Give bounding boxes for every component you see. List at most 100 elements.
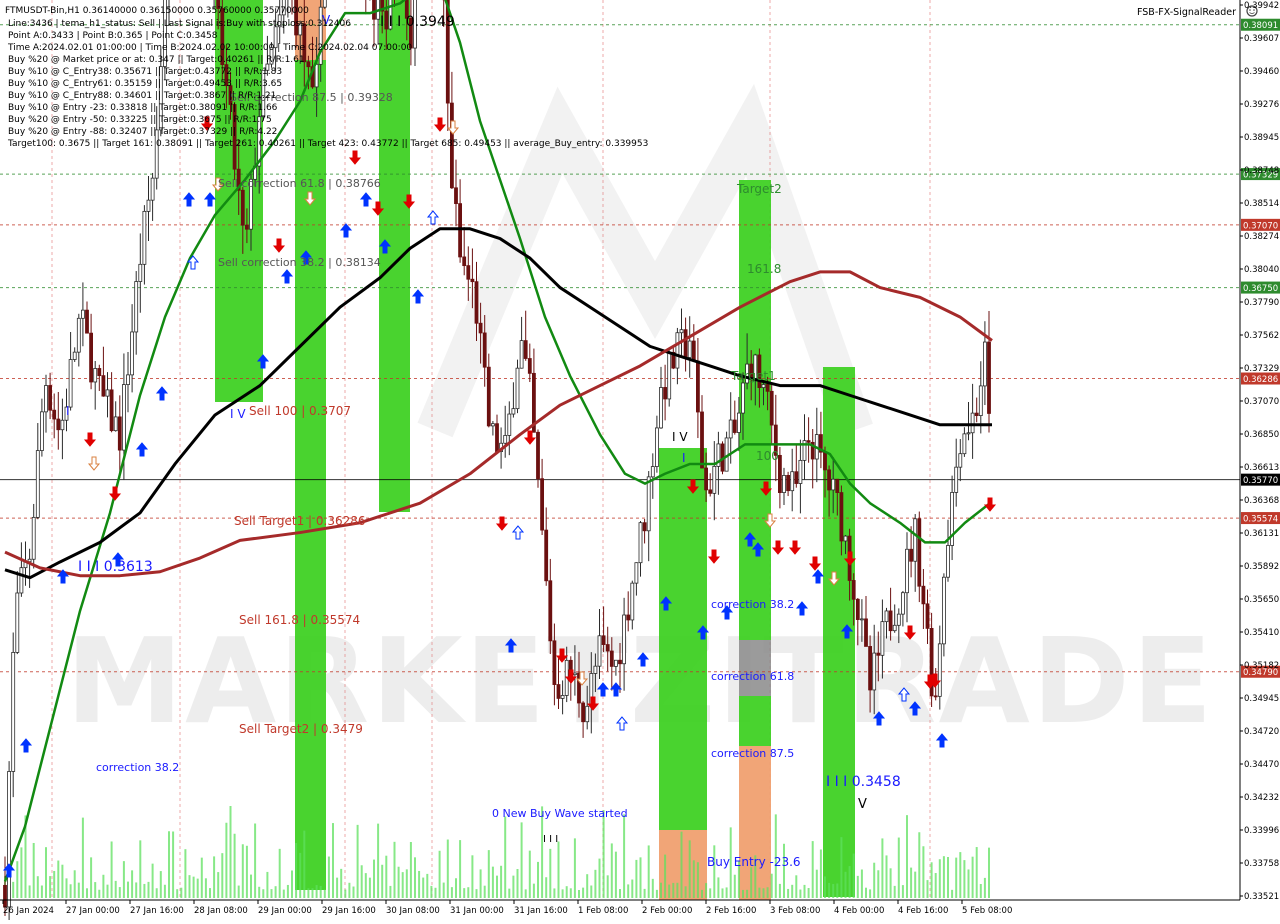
candle-body-134: [552, 640, 557, 685]
signal-band-8: [739, 696, 771, 746]
candle-body-217: [892, 624, 897, 632]
candle-body-147: [605, 644, 610, 652]
signal-reader-title: FSB-FX-SignalReader: [1137, 7, 1236, 18]
chart-label-26: Buy Entry -23.6: [707, 855, 801, 869]
chart-label-25: 0 New Buy Wave started: [492, 807, 628, 820]
y-tick-label-21: 0.34945: [1244, 694, 1279, 704]
candle-body-200: [823, 451, 827, 471]
x-tick-label-8: 31 Jan 16:00: [514, 906, 568, 916]
candle-body-128: [527, 358, 532, 374]
candle-body-172: [708, 489, 713, 494]
info-line-7: Buy %10 @ Entry -23: 0.33818 || Target:0…: [8, 103, 278, 113]
x-tick-label-11: 2 Feb 16:00: [706, 906, 756, 916]
candle-body-141: [581, 702, 585, 723]
candle-body-113: [466, 265, 471, 280]
level-badge-text-1: 0.38091: [1243, 21, 1278, 31]
candle-body-23: [97, 368, 102, 377]
info-line-10: Target100: 0.3675 || Target 161: 0.38091…: [7, 139, 648, 149]
candle-body-127: [523, 340, 528, 359]
x-tick-label-12: 3 Feb 08:00: [770, 906, 820, 916]
y-tick-label-27: 0.33521: [1244, 892, 1279, 902]
y-tick-label-2: 0.39460: [1244, 67, 1279, 77]
candle-body-30: [126, 374, 130, 385]
y-tick-label-11: 0.37329: [1244, 364, 1279, 374]
candle-body-35: [146, 199, 151, 212]
candle-body-12: [52, 409, 57, 420]
info-line-4: Buy %10 @ C_Entry38: 0.35671 || Target:0…: [8, 67, 282, 77]
x-tick-label-7: 31 Jan 00:00: [450, 906, 504, 916]
candle-body-76: [314, 63, 319, 88]
candle-body-18: [76, 317, 81, 353]
candle-body-233: [958, 453, 963, 468]
x-tick-label-6: 30 Jan 08:00: [386, 906, 440, 916]
candle-body-167: [687, 340, 692, 358]
candle-body-112: [462, 256, 467, 267]
candle-body-213: [876, 652, 881, 656]
info-line-2: Time A:2024.02.01 01:00:00 | Time B:2024…: [7, 43, 412, 53]
y-tick-label-8: 0.38040: [1244, 265, 1279, 275]
candle-body-210: [864, 618, 868, 647]
candle-body-142: [585, 705, 590, 723]
candle-body-118: [486, 366, 491, 427]
chart-label-6: V: [858, 797, 867, 812]
candle-body-161: [663, 387, 667, 400]
watermark-text: MARKETZITRADE: [66, 612, 1215, 750]
chart-label-9: I I I: [543, 834, 558, 845]
candle-body-207: [851, 580, 856, 600]
candle-body-126: [519, 340, 524, 369]
candle-body-124: [511, 408, 516, 415]
candle-body-26: [109, 389, 114, 432]
chart-label-3: I V: [672, 430, 688, 444]
candle-body-110: [454, 187, 458, 205]
chart-label-12: Sell 161.8 | 0.35574: [239, 613, 360, 627]
candle-body-115: [474, 281, 479, 324]
candle-body-230: [946, 545, 950, 578]
level-badge-text-7: 0.35574: [1243, 515, 1278, 525]
candle-body-204: [839, 492, 844, 542]
candle-body-173: [712, 465, 717, 494]
candle-body-219: [901, 592, 905, 615]
candle-body-59: [244, 224, 249, 230]
candle-body-179: [737, 412, 741, 433]
candle-body-90: [372, 0, 376, 20]
y-tick-label-24: 0.34232: [1244, 793, 1279, 803]
candle-body-187: [769, 390, 774, 426]
y-tick-label-18: 0.35650: [1244, 595, 1279, 605]
y-tick-label-23: 0.34470: [1244, 760, 1279, 770]
y-tick-label-7: 0.38274: [1244, 232, 1279, 242]
candle-body-222: [913, 518, 918, 562]
x-tick-label-2: 27 Jan 16:00: [130, 906, 184, 916]
chart-label-15: Sell correction 61.8 | 0.38766: [218, 177, 381, 190]
candle-body-212: [872, 652, 877, 691]
candle-body-196: [806, 440, 811, 443]
candle-body-229: [942, 576, 946, 645]
candle-body-135: [556, 684, 561, 699]
candle-body-19: [81, 309, 85, 319]
candle-body-17: [72, 351, 77, 360]
candle-body-185: [761, 384, 766, 388]
candle-body-157: [646, 476, 651, 532]
candle-body-168: [691, 340, 696, 362]
chart-label-2: I I I 0.3458: [826, 774, 901, 790]
candle-body-125: [515, 367, 520, 410]
candle-body-215: [884, 610, 889, 623]
candle-body-237: [974, 412, 979, 416]
price-chart: MARKETZITRADE 0.386700.380910.373290.370…: [0, 0, 1280, 924]
x-tick-label-5: 29 Jan 16:00: [322, 906, 376, 916]
candle-body-201: [827, 469, 831, 491]
level-badge-text-4: 0.36750: [1243, 284, 1278, 294]
chart-label-20: 100: [756, 449, 779, 463]
candle-body-37: [154, 129, 159, 179]
candle-body-8: [35, 450, 40, 518]
y-tick-label-0: 0.39942: [1244, 1, 1279, 11]
x-tick-label-13: 4 Feb 00:00: [834, 906, 884, 916]
chart-label-11: Sell Target1 | 0.36286: [234, 514, 366, 528]
x-tick-label-0: 26 Jan 2024: [3, 906, 54, 916]
candle-body-156: [642, 522, 647, 532]
candle-body-193: [794, 471, 799, 484]
candle-body-216: [888, 610, 893, 632]
candle-body-21: [89, 332, 93, 383]
y-tick-label-22: 0.34720: [1244, 727, 1279, 737]
candle-body-144: [593, 665, 598, 674]
candle-body-218: [896, 613, 901, 626]
